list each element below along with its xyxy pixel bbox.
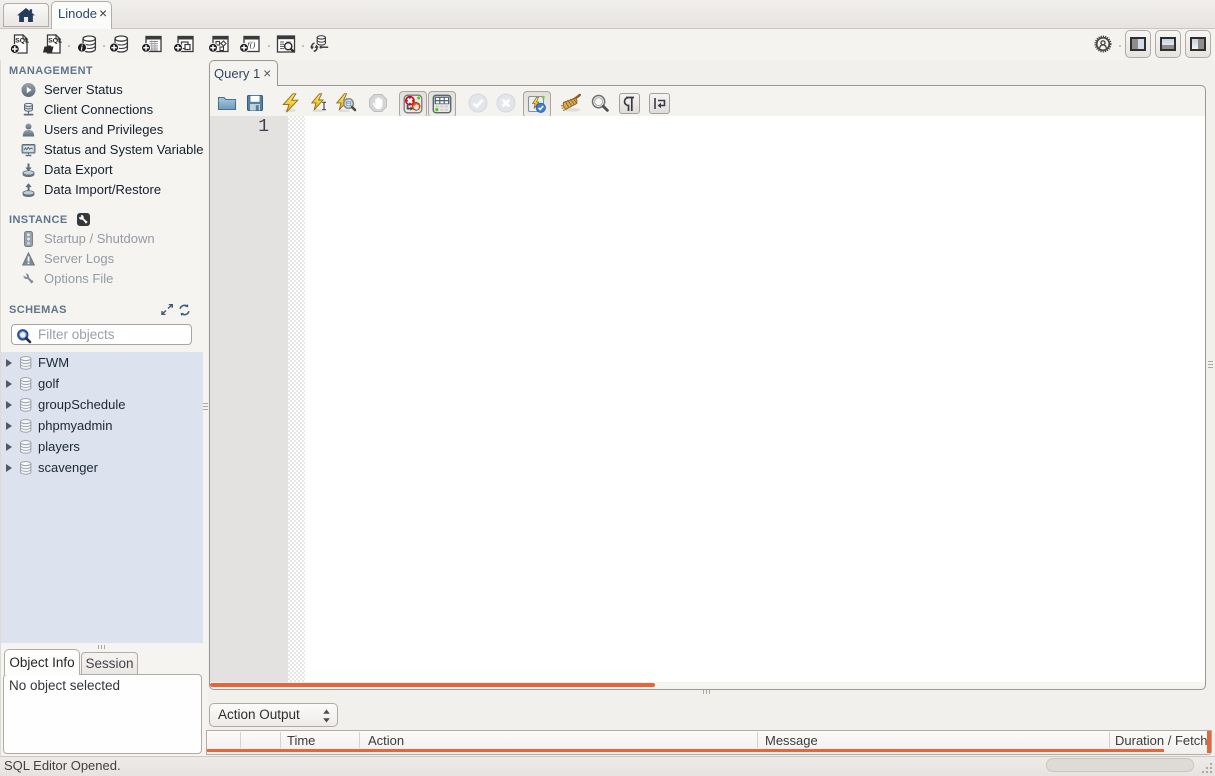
svg-text:SQL: SQL [15, 37, 29, 44]
svg-text:SQL: SQL [48, 37, 62, 44]
